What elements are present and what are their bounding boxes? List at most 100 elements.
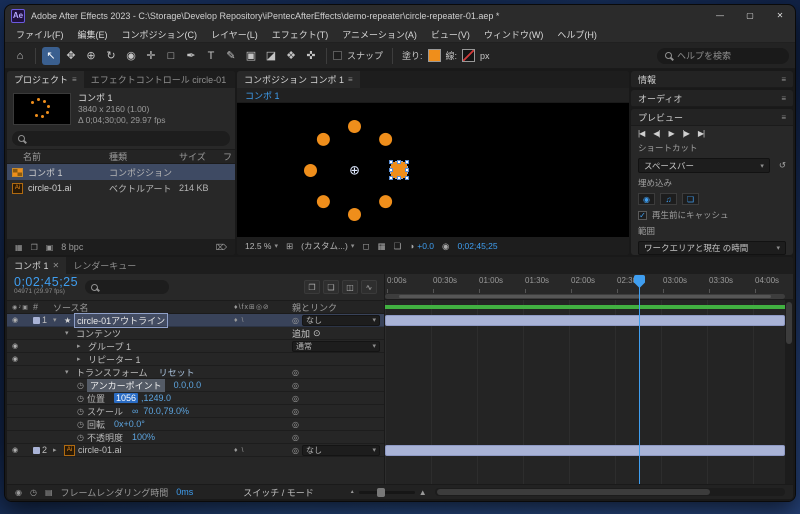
shy-layers-icon[interactable]: ❏ [323, 280, 339, 294]
audio-column-icon[interactable]: ♪ [18, 304, 21, 311]
mask-visibility-icon[interactable]: ❏ [393, 241, 401, 252]
scale-value[interactable]: 70.0,79.0% [143, 406, 189, 416]
hand-tool-icon[interactable]: ✥ [62, 47, 80, 65]
blend-mode-select[interactable]: 通常 ▾ [292, 341, 380, 352]
toggle-expand-icon[interactable]: ◉ [15, 488, 22, 497]
roto-brush-tool-icon[interactable]: ❖ [282, 47, 300, 65]
reset-shortcut-icon[interactable]: ↺ [779, 160, 786, 171]
contents-group-row[interactable]: ▾ コンテンツ 追加⊙ [7, 327, 384, 340]
tab-audio[interactable]: オーディオ [638, 92, 682, 105]
layer-name[interactable]: circle-01.ai [78, 445, 122, 455]
layer2-duration-bar[interactable] [385, 445, 785, 456]
anchor-point-label[interactable]: アンカーポイント [87, 379, 165, 392]
scrollbar-thumb[interactable] [437, 489, 710, 495]
close-tab-icon[interactable]: ✕ [53, 261, 60, 270]
switches-modes-button[interactable]: スイッチ / モード [243, 486, 314, 499]
comp-dot[interactable] [377, 130, 395, 148]
expand-arrow-icon[interactable]: ▸ [77, 355, 85, 363]
color-depth-label[interactable]: 8 bpc [61, 242, 83, 252]
opacity-value[interactable]: 100% [132, 432, 155, 442]
column-size[interactable]: サイズ [179, 150, 223, 163]
snap-checkbox[interactable] [333, 51, 342, 60]
resolution-select[interactable]: (カスタム...) ▾ [301, 240, 354, 252]
zoom-slider-thumb[interactable] [377, 488, 385, 497]
work-area-bar[interactable] [385, 294, 785, 299]
project-row-comp[interactable]: コンポ 1 コンポジション [7, 164, 235, 180]
timeline-vertical-scrollbar[interactable] [785, 300, 793, 484]
scale-row[interactable]: ◷ スケール ∞ 70.0,79.0% ◎ [7, 405, 384, 418]
zoom-slider[interactable] [359, 491, 415, 494]
composition-canvas[interactable]: ⊕ [237, 103, 629, 237]
viewer-timecode[interactable]: 0;02;45;25 [457, 241, 497, 251]
grid-guides-icon[interactable]: ⊞ [286, 241, 293, 252]
comp-dot[interactable] [314, 130, 332, 148]
switches-column[interactable]: ♦\fx⊞◎⊘ [234, 303, 292, 311]
shape-tool-icon[interactable]: □ [162, 47, 180, 65]
selection-tool-icon[interactable]: ↖ [42, 47, 60, 65]
tab-preview[interactable]: プレビュー [638, 111, 683, 124]
stopwatch-icon[interactable]: ◷ [77, 420, 84, 429]
scrollbar-thumb[interactable] [786, 302, 792, 344]
group1-row[interactable]: ◉ ▸ グループ 1 通常 ▾ [7, 340, 384, 353]
eye-icon[interactable]: ◉ [12, 343, 18, 350]
tab-info[interactable]: 情報 [638, 73, 656, 86]
region-of-interest-icon[interactable]: ◻ [362, 241, 369, 252]
close-button[interactable]: ✕ [765, 5, 795, 26]
menu-view[interactable]: ビュー(V) [424, 28, 477, 41]
project-row-ai[interactable]: Ai circle-01.ai ベクトルアート 214 KB [7, 180, 235, 196]
tab-overflow-icon[interactable]: ≫ [233, 71, 235, 88]
menu-effect[interactable]: エフェクト(T) [265, 28, 336, 41]
puppet-tool-icon[interactable]: ✜ [302, 47, 320, 65]
menu-file[interactable]: ファイル(F) [9, 28, 71, 41]
position-label[interactable]: 位置 [87, 392, 105, 405]
layer-row-2[interactable]: ◉ 2 ▸ Ai circle-01.ai ♦ \ ◎ なし ▾ [7, 444, 384, 457]
cache-before-playback-checkbox[interactable]: ✓ [638, 211, 647, 220]
selection-handle[interactable] [397, 160, 401, 164]
pen-tool-icon[interactable]: ✒ [182, 47, 200, 65]
reset-button[interactable]: リセット [159, 366, 195, 379]
selected-shape[interactable] [391, 162, 407, 178]
selection-handle[interactable] [389, 176, 393, 180]
layer-name[interactable]: circle-01アウトライン [74, 313, 168, 328]
comp-dot[interactable] [314, 192, 332, 210]
composition-mini-flowchart-icon[interactable]: ❐ [304, 280, 320, 294]
menu-edit[interactable]: 編集(E) [71, 28, 115, 41]
snapshot-camera-icon[interactable]: ◉ [442, 241, 449, 252]
tab-render-queue[interactable]: レンダーキュー [66, 257, 143, 274]
include-overlays-icon[interactable]: ❏ [682, 193, 699, 205]
brush-tool-icon[interactable]: ✎ [222, 47, 240, 65]
type-tool-icon[interactable]: T [202, 47, 220, 65]
playhead-line[interactable] [639, 287, 640, 484]
render-time-icon[interactable]: ◷ [30, 488, 37, 497]
label-color-chip[interactable] [33, 317, 40, 324]
menu-layer[interactable]: レイヤー(L) [204, 28, 265, 41]
zoom-in-mountain-icon[interactable]: ▲ [419, 488, 427, 497]
clone-stamp-tool-icon[interactable]: ▣ [242, 47, 260, 65]
link-dimensions-icon[interactable]: ∞ [132, 406, 138, 416]
pick-whip-icon[interactable]: ◎ [292, 316, 299, 325]
eraser-tool-icon[interactable]: ◪ [262, 47, 280, 65]
transform-group-row[interactable]: ▾ トランスフォーム リセット ◎ [7, 366, 384, 379]
tab-composition[interactable]: コンポジション コンポ 1 ≡ [237, 71, 360, 88]
column-name[interactable]: 名前 [7, 150, 109, 163]
titlebar[interactable]: Ae Adobe After Effects 2023 - C:\Storage… [5, 5, 795, 26]
pick-whip-icon[interactable]: ◎ [292, 381, 299, 390]
column-file[interactable]: フ [223, 150, 235, 163]
comp-dot[interactable] [377, 192, 395, 210]
timeline-search-input[interactable] [85, 280, 169, 294]
camera-tool-icon[interactable]: ◉ [122, 47, 140, 65]
repeater1-row[interactable]: ◉ ▸ リピーター 1 [7, 353, 384, 366]
menu-help[interactable]: ヘルプ(H) [550, 28, 604, 41]
comp-dot[interactable] [348, 120, 361, 133]
stroke-color-swatch[interactable] [462, 49, 475, 62]
position-row[interactable]: ◷ 位置 1056 ,1249.0 ◎ [7, 392, 384, 405]
anchor-point-icon[interactable]: ⊕ [349, 164, 360, 177]
collapse-arrow-icon[interactable]: ▾ [65, 368, 73, 376]
rotation-row[interactable]: ◷ 回転 0x+0.0° ◎ [7, 418, 384, 431]
current-timecode[interactable]: 0;02;45;25 [14, 277, 78, 287]
lock-column-icon[interactable]: ▣ [22, 304, 28, 311]
parent-select[interactable]: なし ▾ [302, 445, 380, 456]
new-composition-icon[interactable]: ▣ [46, 243, 54, 252]
expand-arrow-icon[interactable]: ▸ [53, 446, 61, 454]
toggle-transfer-icon[interactable]: ▤ [45, 488, 53, 497]
